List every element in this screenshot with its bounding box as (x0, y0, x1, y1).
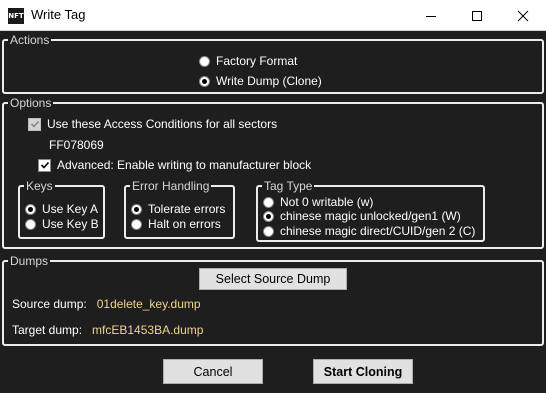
factory-format-option[interactable]: Factory Format (199, 54, 297, 68)
magic-gen2-label: chinese magic direct/CUID/gen 2 (C) (280, 224, 476, 238)
write-dump-option[interactable]: Write Dump (Clone) (199, 74, 322, 88)
error-handling-legend: Error Handling (132, 179, 210, 193)
source-dump-value: 01delete_key.dump (96, 297, 201, 311)
close-icon (517, 10, 529, 21)
use-key-b-option[interactable]: Use Key B (25, 217, 99, 231)
not-zero-writable-option[interactable]: Not 0 writable (w) (263, 195, 373, 209)
window-title: Write Tag (31, 7, 86, 22)
options-legend: Options (10, 96, 52, 110)
start-cloning-button[interactable]: Start Cloning (313, 359, 413, 384)
magic-gen2-option[interactable]: chinese magic direct/CUID/gen 2 (C) (263, 224, 475, 238)
write-dump-radio[interactable] (199, 75, 210, 87)
use-key-b-radio[interactable] (25, 218, 36, 230)
checkmark-icon (30, 120, 39, 128)
maximize-icon (472, 10, 482, 21)
title-bar: NFT Write Tag (0, 0, 546, 31)
use-key-a-radio[interactable] (25, 203, 36, 215)
source-dump-row: Source dump: 01delete_key.dump (12, 297, 201, 311)
advanced-manufacturer-label: Advanced: Enable writing to manufacturer… (57, 158, 312, 172)
use-access-conditions-option[interactable]: Use these Access Conditions for all sect… (28, 117, 277, 131)
halt-on-errors-label: Halt on errors (148, 217, 221, 231)
actions-legend: Actions (10, 33, 50, 47)
target-dump-row: Target dump: mfcEB1453BA.dump (12, 323, 203, 337)
keys-legend: Keys (26, 179, 53, 193)
tag-type-legend: Tag Type (264, 179, 313, 193)
source-dump-label: Source dump: (12, 297, 87, 311)
not-zero-writable-radio[interactable] (263, 196, 274, 208)
tolerate-errors-radio[interactable] (131, 203, 142, 215)
maximize-button[interactable] (454, 0, 500, 31)
close-button[interactable] (500, 0, 546, 31)
halt-on-errors-radio[interactable] (131, 218, 142, 230)
app-icon: NFT (8, 8, 24, 24)
not-zero-writable-label: Not 0 writable (w) (280, 195, 374, 209)
use-access-conditions-label: Use these Access Conditions for all sect… (47, 117, 278, 131)
checkmark-icon (40, 161, 49, 169)
factory-format-label: Factory Format (216, 54, 298, 68)
select-source-dump-button[interactable]: Select Source Dump (199, 268, 347, 290)
advanced-manufacturer-checkbox[interactable] (38, 158, 51, 172)
use-key-a-label: Use Key A (42, 202, 99, 216)
write-dump-label: Write Dump (Clone) (216, 74, 322, 88)
advanced-manufacturer-option[interactable]: Advanced: Enable writing to manufacturer… (38, 158, 311, 172)
use-key-a-option[interactable]: Use Key A (25, 202, 98, 216)
tolerate-errors-label: Tolerate errors (148, 202, 226, 216)
dumps-legend: Dumps (10, 254, 49, 268)
magic-gen2-radio[interactable] (263, 225, 274, 237)
minimize-button[interactable] (408, 0, 454, 31)
halt-on-errors-option[interactable]: Halt on errors (131, 217, 221, 231)
cancel-button[interactable]: Cancel (163, 359, 263, 384)
magic-gen1-label: chinese magic unlocked/gen1 (W) (280, 209, 461, 223)
minimize-icon (426, 15, 436, 17)
tolerate-errors-option[interactable]: Tolerate errors (131, 202, 225, 216)
magic-gen1-option[interactable]: chinese magic unlocked/gen1 (W) (263, 209, 461, 223)
use-key-b-label: Use Key B (42, 217, 99, 231)
magic-gen1-radio[interactable] (263, 210, 274, 222)
access-conditions-value: FF078069 (49, 138, 104, 152)
use-access-conditions-checkbox[interactable] (28, 117, 41, 131)
factory-format-radio[interactable] (199, 55, 210, 67)
target-dump-label: Target dump: (12, 323, 83, 337)
target-dump-value: mfcEB1453BA.dump (92, 323, 204, 337)
